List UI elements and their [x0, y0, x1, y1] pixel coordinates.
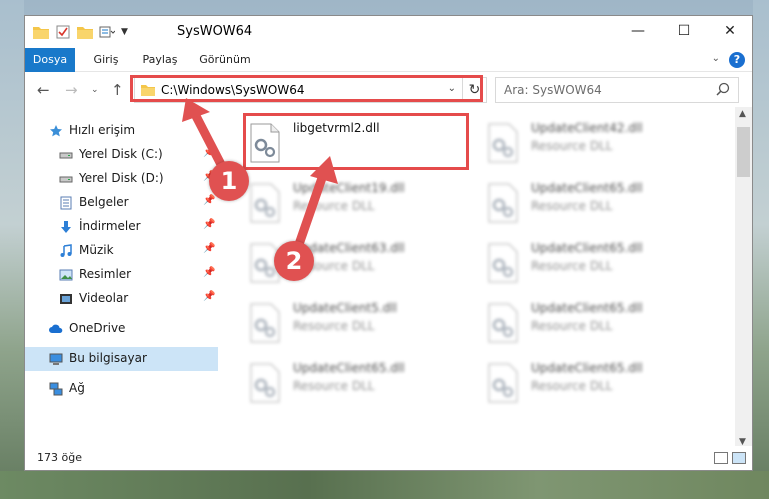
annotation-arrows [182, 98, 338, 258]
step-marker-1: 1 [209, 161, 249, 201]
step-marker-2: 2 [274, 241, 314, 281]
arrow-2-icon [291, 156, 338, 258]
